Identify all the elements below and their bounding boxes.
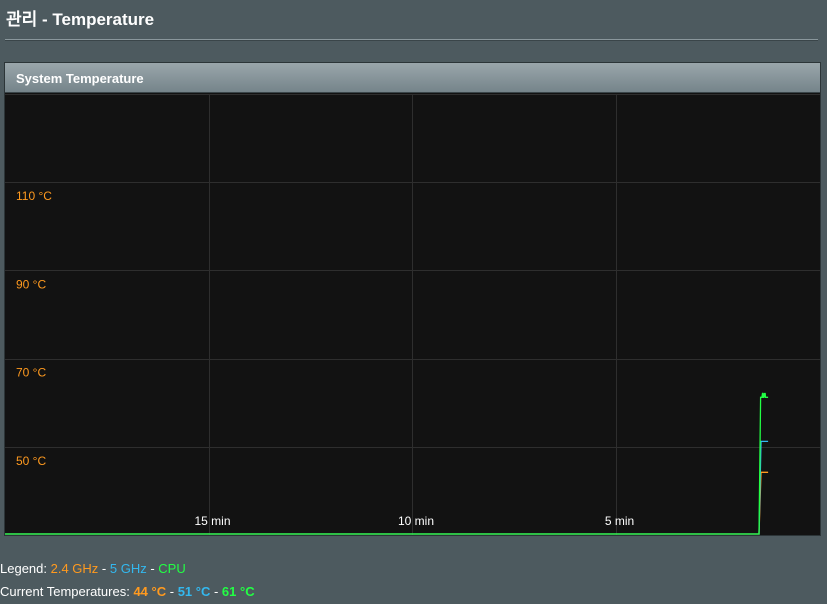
current-temperatures-label: Current Temperatures: [0,584,130,599]
legend-separator: - [98,561,110,576]
series-line-5ghz [5,440,769,535]
current-temperatures: Current Temperatures: 44 °C - 51 °C - 61… [0,584,255,599]
title-divider [5,39,818,41]
legend: Legend: 2.4 GHz - 5 GHz - CPU [0,561,186,576]
panel-title: System Temperature [5,63,820,93]
series-line-24ghz [5,471,769,535]
temperature-chart: 110 °C 90 °C 70 °C 50 °C 15 min 10 min 5 min [5,94,820,535]
x-tick-label: 15 min [194,514,230,528]
current-24ghz-temp: 44 °C [133,584,167,599]
legend-5ghz: 5 GHz [109,561,147,576]
page-title: 관리 - Temperature [6,10,155,29]
y-tick-label: 70 °C [16,366,46,380]
y-tick-label: 90 °C [16,277,46,291]
x-tick-label: 10 min [398,514,434,528]
y-tick-label: 50 °C [16,454,46,468]
legend-cpu: CPU [158,561,186,576]
series-line-cpu [5,392,769,535]
current-separator: - [210,584,222,599]
legend-24ghz: 2.4 GHz [50,561,99,576]
temperature-panel: System Temperature 110 °C 90 °C 70 °C 50 °C… [4,62,821,536]
legend-separator: - [146,561,159,576]
current-cpu-temp: 61 °C [221,584,255,599]
current-separator: - [166,584,178,599]
legend-label: Legend: [0,561,47,576]
y-tick-label: 110 °C [16,189,52,203]
x-tick-label: 5 min [605,514,634,528]
current-5ghz-temp: 51 °C [177,584,211,599]
